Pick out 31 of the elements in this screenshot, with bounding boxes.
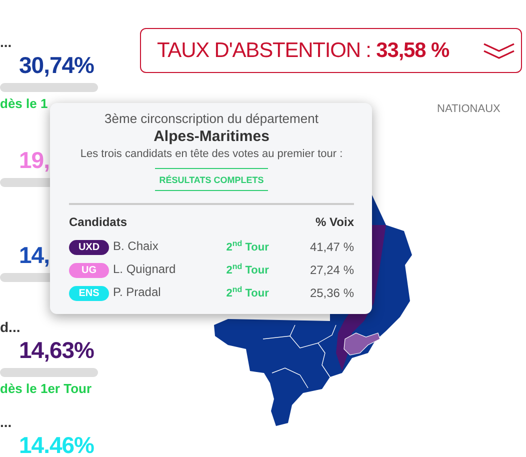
column-header: Candidats (69, 215, 128, 231)
party-badge: ENS (69, 286, 109, 300)
candidate-name: d... (0, 319, 22, 335)
vote-percentage: 14.46% (19, 432, 94, 457)
qualified-note: dès le 1er Tour (0, 380, 93, 396)
abstention-rate: TAUX D'ABSTENTION : 33,58 % (157, 38, 450, 62)
vote-percentage: 14, (19, 242, 50, 268)
candidate-name: B. Chaix (113, 238, 158, 252)
vote-share: 27,24 % (308, 262, 354, 278)
tooltip-title: 3ème circonscription du département (104, 111, 318, 126)
full-results-link[interactable]: RÉSULTATS COMPLETS (155, 168, 268, 191)
candidate-name: L. Quignard (113, 262, 176, 276)
map-legend-label: NATIONAUX (437, 103, 502, 115)
vote-percentage: 14,63% (19, 336, 94, 364)
department-name: Alpes-Maritimes (154, 128, 270, 145)
vote-percentage: 30,74% (19, 52, 94, 78)
column-header: % Voix (314, 215, 354, 231)
tooltip-subtitle: Les trois candidats en tête des votes au premier tour : (80, 148, 343, 160)
double-chevron-down-icon[interactable] (483, 42, 515, 60)
candidate-name: ... (0, 414, 13, 430)
qualified-note: dès le 1 (0, 96, 49, 110)
vote-share: 41,47 % (308, 238, 354, 256)
round-status: 2$^{nd}$ Tour (226, 284, 270, 302)
candidate-name: P. Pradal (113, 284, 161, 298)
vote-percentage: 19, (19, 146, 50, 174)
vote-share: 25,36 % (308, 284, 354, 302)
candidate-name: ... (0, 34, 13, 50)
round-status: 2$^{nd}$ Tour (226, 238, 270, 256)
party-badge: UG (69, 262, 109, 278)
round-status: 2$^{nd}$ Tour (226, 261, 270, 279)
party-badge: UXD (69, 240, 109, 254)
